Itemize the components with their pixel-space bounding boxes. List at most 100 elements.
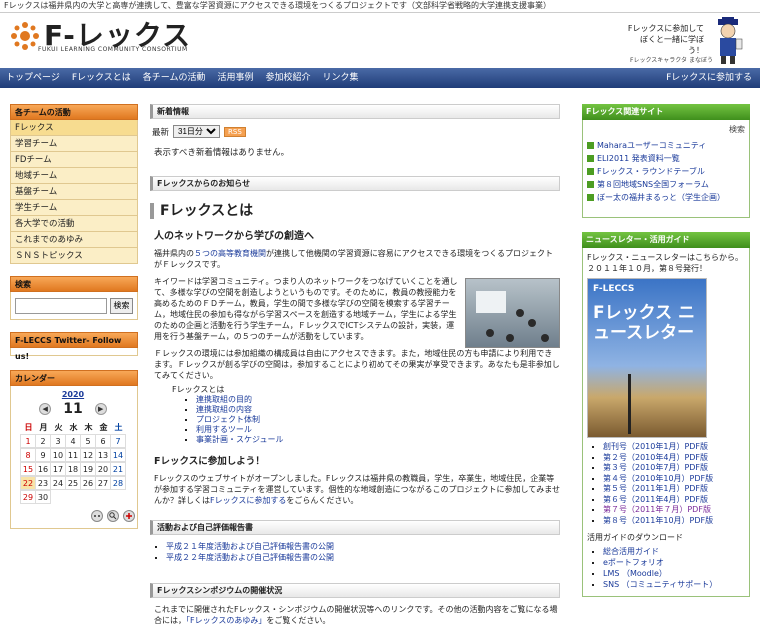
related-item[interactable]: ぼー太の福井まるっと（学生企画） [587, 191, 745, 204]
structure-link[interactable]: プロジェクト体制 [196, 415, 260, 424]
calendar-day[interactable]: 14 [110, 448, 126, 462]
prev-month-icon[interactable]: ◀ [39, 403, 52, 415]
calendar-day[interactable]: 20 [95, 462, 111, 476]
related-link-mahara[interactable]: Maharaユーザーコミュニティ [597, 139, 706, 152]
calendar-day[interactable]: 27 [95, 476, 111, 490]
eval-link-h22[interactable]: 平成２２年度活動および自己評価報告書の公開 [166, 553, 334, 562]
nav-schools[interactable]: 参加校紹介 [260, 68, 317, 88]
join-link[interactable]: Fレックスに参加する [210, 496, 286, 505]
weekday-header: 土 [114, 423, 123, 432]
calendar-day[interactable]: 16 [35, 462, 51, 476]
issue-link-3[interactable]: 第３号（2010年7月）PDF版 [603, 463, 708, 472]
calendar-day[interactable]: 15 [20, 462, 36, 476]
calendar-day[interactable]: 1 [20, 434, 36, 448]
calendar-day[interactable]: 19 [80, 462, 96, 476]
mascot-caption: Fレックスキャラクタ まなぼう [630, 57, 713, 64]
weekday-header: 水 [69, 423, 78, 432]
related-item[interactable]: 第８回地域SNS全国フォーラム [587, 178, 745, 191]
calendar-day[interactable]: 26 [80, 476, 96, 490]
menu-item-history[interactable]: これまでのあゆみ [10, 232, 138, 248]
calendar-day[interactable]: 3 [50, 434, 66, 448]
about-list-root: Fレックスとは [172, 385, 225, 394]
calendar-day[interactable]: 5 [80, 434, 96, 448]
calendar-day[interactable]: 23 [35, 476, 51, 490]
calendar-box: カレンダー 2020 ◀ 11 ▶ 日月火水木金土 1 2 3 4 5 6 7 8 9 10 11 12… [10, 370, 138, 529]
issue-link-2[interactable]: 第２号（2010年4月）PDF版 [603, 453, 708, 462]
search-input[interactable] [15, 297, 107, 314]
related-item[interactable]: ELI2011 発表資料一覧 [587, 152, 745, 165]
related-item[interactable]: Maharaユーザーコミュニティ [587, 139, 745, 152]
calendar-day[interactable]: 4 [65, 434, 81, 448]
period-select[interactable]: 31日分 [173, 125, 221, 138]
rss-badge[interactable]: RSS [224, 126, 246, 137]
related-search[interactable]: 検索 [587, 124, 745, 135]
calendar-day[interactable]: 21 [110, 462, 126, 476]
calendar-day[interactable]: 24 [50, 476, 66, 490]
menu-item-learning[interactable]: 学習チーム [10, 136, 138, 152]
nav-join[interactable]: Fレックスに参加する [666, 68, 752, 88]
issue-link-7[interactable]: 第７号（2011年７月）PDF版 [603, 505, 711, 514]
tools-link[interactable]: 利用するツール [196, 425, 252, 434]
photo-screen [476, 291, 506, 313]
menu-item-sns[interactable]: ＳＮＳトピックス [10, 248, 138, 264]
issue-link-5[interactable]: 第５号（2011年1月）PDF版 [603, 484, 708, 493]
calendar-view-icon[interactable] [91, 510, 103, 522]
weekday-header: 日 [24, 423, 33, 432]
issue-link-1[interactable]: 創刊号（2010年1月）PDF版 [603, 442, 708, 451]
calendar-day[interactable]: 18 [65, 462, 81, 476]
calendar-year[interactable]: 2020 [21, 390, 125, 399]
calendar-search-icon[interactable] [107, 510, 119, 522]
nav-cases[interactable]: 活用事例 [211, 68, 259, 88]
calendar-day[interactable]: 10 [50, 448, 66, 462]
nav-links[interactable]: リンク集 [317, 68, 365, 88]
calendar-day[interactable]: 9 [35, 448, 51, 462]
eval-title: 活動および自己評価報告書 [150, 520, 560, 535]
related-link-student[interactable]: ぼー太の福井まるっと（学生企画） [597, 191, 725, 204]
next-month-icon[interactable]: ▶ [94, 403, 107, 415]
calendar-day[interactable]: 11 [65, 448, 81, 462]
twitter-title[interactable]: F-LECCS Twitter- Follow us! [10, 332, 138, 361]
schedule-link[interactable]: 事業計画・スケジュール [196, 435, 283, 444]
guide-link-general[interactable]: 総合活用ガイド [603, 547, 659, 556]
calendar-day[interactable]: 7 [110, 434, 126, 448]
issue-link-4[interactable]: 第４号（2010年10月）PDF版 [603, 474, 713, 483]
institutions-link[interactable]: ５つの高等教育機関 [194, 249, 266, 258]
eval-link-h21[interactable]: 平成２１年度活動および自己評価報告書の公開 [166, 542, 334, 551]
newsletter-cover[interactable]: F-LECCS Fレックス ニュースレター [587, 278, 707, 438]
related-link-sns-forum[interactable]: 第８回地域SNS全国フォーラム [597, 178, 709, 191]
related-link-eli[interactable]: ELI2011 発表資料一覧 [597, 152, 680, 165]
nav-about[interactable]: Fレックスとは [66, 68, 137, 88]
guide-link-sns[interactable]: SNS （コミュニティサポート） [603, 580, 717, 589]
issue-link-6[interactable]: 第６号（2011年4月）PDF版 [603, 495, 708, 504]
menu-item-universities[interactable]: 各大学での活動 [10, 216, 138, 232]
search-button[interactable]: 検索 [110, 297, 133, 314]
calendar-day[interactable]: 6 [95, 434, 111, 448]
menu-item-student[interactable]: 学生チーム [10, 200, 138, 216]
content-link[interactable]: 連携取組の内容 [196, 405, 252, 414]
menu-item-flex[interactable]: Fレックス [10, 120, 138, 136]
calendar-day[interactable]: 25 [65, 476, 81, 490]
nav-teams[interactable]: 各チームの活動 [137, 68, 212, 88]
guide-link-eportfolio[interactable]: eポートフォリオ [603, 558, 664, 567]
calendar-day[interactable]: 13 [95, 448, 111, 462]
history-link[interactable]: 「Fレックスのあゆみ」 [186, 616, 266, 625]
calendar-day[interactable]: 30 [35, 490, 51, 504]
menu-item-fd[interactable]: FDチーム [10, 152, 138, 168]
calendar-day[interactable]: 28 [110, 476, 126, 490]
calendar-day[interactable]: 29 [20, 490, 36, 504]
weekday-header: 木 [84, 423, 93, 432]
calendar-day[interactable]: 12 [80, 448, 96, 462]
calendar-day[interactable]: 8 [20, 448, 36, 462]
purpose-link[interactable]: 連携取組の目的 [196, 395, 252, 404]
issue-link-8[interactable]: 第８号（2011年10月）PDF版 [603, 516, 713, 525]
related-link-roundtable[interactable]: Fレックス・ラウンドテーブル [597, 165, 705, 178]
nav-top[interactable]: トップページ [0, 68, 66, 88]
menu-item-base[interactable]: 基盤チーム [10, 184, 138, 200]
related-item[interactable]: Fレックス・ラウンドテーブル [587, 165, 745, 178]
calendar-day[interactable]: 2 [35, 434, 51, 448]
calendar-add-icon[interactable] [123, 510, 135, 522]
calendar-day[interactable]: 22 [20, 476, 36, 490]
menu-item-region[interactable]: 地域チーム [10, 168, 138, 184]
guide-link-lms[interactable]: LMS （Moodle） [603, 569, 667, 578]
calendar-day[interactable]: 17 [50, 462, 66, 476]
